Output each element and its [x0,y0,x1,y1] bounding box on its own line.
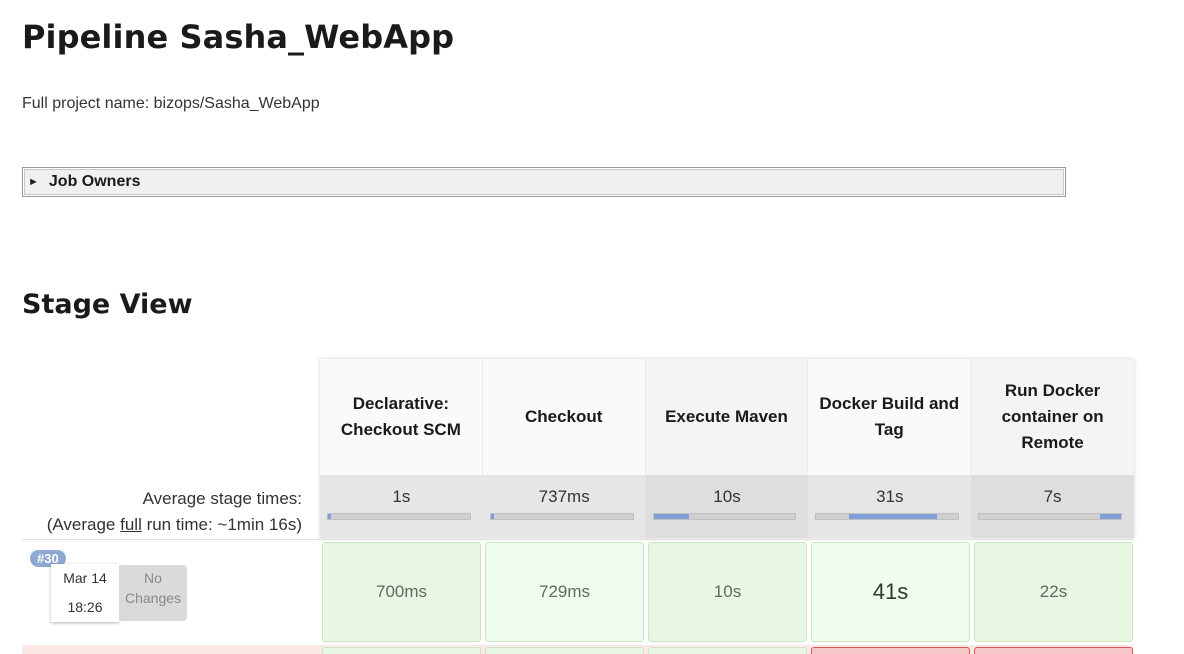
avg-full-prefix: (Average [46,515,121,534]
avg-time-bar-fill [653,514,690,519]
stage-result-cell[interactable]: 729ms [485,542,644,642]
job-owners-toggle[interactable]: ► Job Owners [22,167,1066,197]
stage-result-cell[interactable] [485,647,644,654]
run-stage-cells: 700ms 729ms 10s 41s 22s [320,540,1135,644]
stage-result-cell[interactable]: 10s [648,542,807,642]
run-row: #30 Mar 14 18:26 No Changes 700ms 729ms … [22,539,1134,644]
average-times-label: Average stage times: (Average full run t… [47,486,302,538]
avg-time-cell: 31s [808,475,971,538]
stage-result-cell-failed[interactable] [811,647,970,654]
stage-result-cell[interactable]: 700ms [322,542,481,642]
avg-time-value: 1s [392,487,411,506]
avg-time-cell: 10s [645,475,809,538]
stage-result-cell[interactable] [322,647,481,654]
avg-time-value: 10s [713,487,741,506]
avg-time-bar [978,513,1122,520]
avg-full-suffix: run time: ~1min 16s) [141,515,302,534]
stage-header-checkout[interactable]: Checkout [483,359,646,475]
average-times-row: 1s 737ms 10s 31s 7s [320,475,1134,538]
run-changes[interactable]: No Changes [119,565,187,621]
avg-time-bar-fill [1099,514,1121,519]
stage-view-title: Stage View [22,289,193,320]
avg-time-value: 31s [876,487,904,506]
stage-result-cell[interactable]: 22s [974,542,1133,642]
pipeline-page: Pipeline Sasha_WebApp Full project name:… [0,0,1184,654]
run-date-day: Mar 14 [63,570,107,586]
average-stage-times-text: Average stage times: [142,489,302,508]
avg-time-bar [327,513,471,520]
avg-time-bar [489,513,634,520]
run-date: Mar 14 18:26 [51,564,119,622]
avg-time-cell: 1s [320,475,483,538]
full-run-link[interactable]: full [120,515,142,534]
stage-header-run-docker[interactable]: Run Docker container on Remote [971,359,1134,475]
job-owners-label: Job Owners [48,173,141,190]
stage-table: Declarative: Checkout SCM Checkout Execu… [320,359,1134,538]
stage-result-cell[interactable] [648,647,807,654]
average-full-run-time: (Average full run time: ~1min 16s) [47,512,302,538]
full-project-name: Full project name: bizops/Sasha_WebApp [22,95,320,112]
avg-time-bar-fill [849,514,937,519]
avg-time-value: 7s [1043,487,1062,506]
stage-result-cell-failed[interactable] [974,647,1133,654]
stage-header-declarative-checkout[interactable]: Declarative: Checkout SCM [320,359,483,475]
expand-arrow-icon: ► [28,176,39,188]
avg-time-bar-fill [328,514,331,519]
stage-result-cell[interactable]: 41s [811,542,970,642]
avg-time-value: 737ms [538,487,590,506]
page-title: Pipeline Sasha_WebApp [22,18,455,56]
stage-header-row: Declarative: Checkout SCM Checkout Execu… [320,359,1134,475]
stage-header-docker-build[interactable]: Docker Build and Tag [808,359,972,475]
stage-header-execute-maven[interactable]: Execute Maven [645,359,809,475]
run-date-time: 18:26 [67,599,103,615]
avg-time-cell: 737ms [483,475,646,538]
avg-time-cell: 7s [971,475,1134,538]
failed-run-stage-cells [320,647,1135,654]
avg-time-bar [815,513,960,520]
failed-run-row [22,645,1134,654]
avg-time-bar-fill [490,514,494,519]
avg-time-bar [652,513,797,520]
